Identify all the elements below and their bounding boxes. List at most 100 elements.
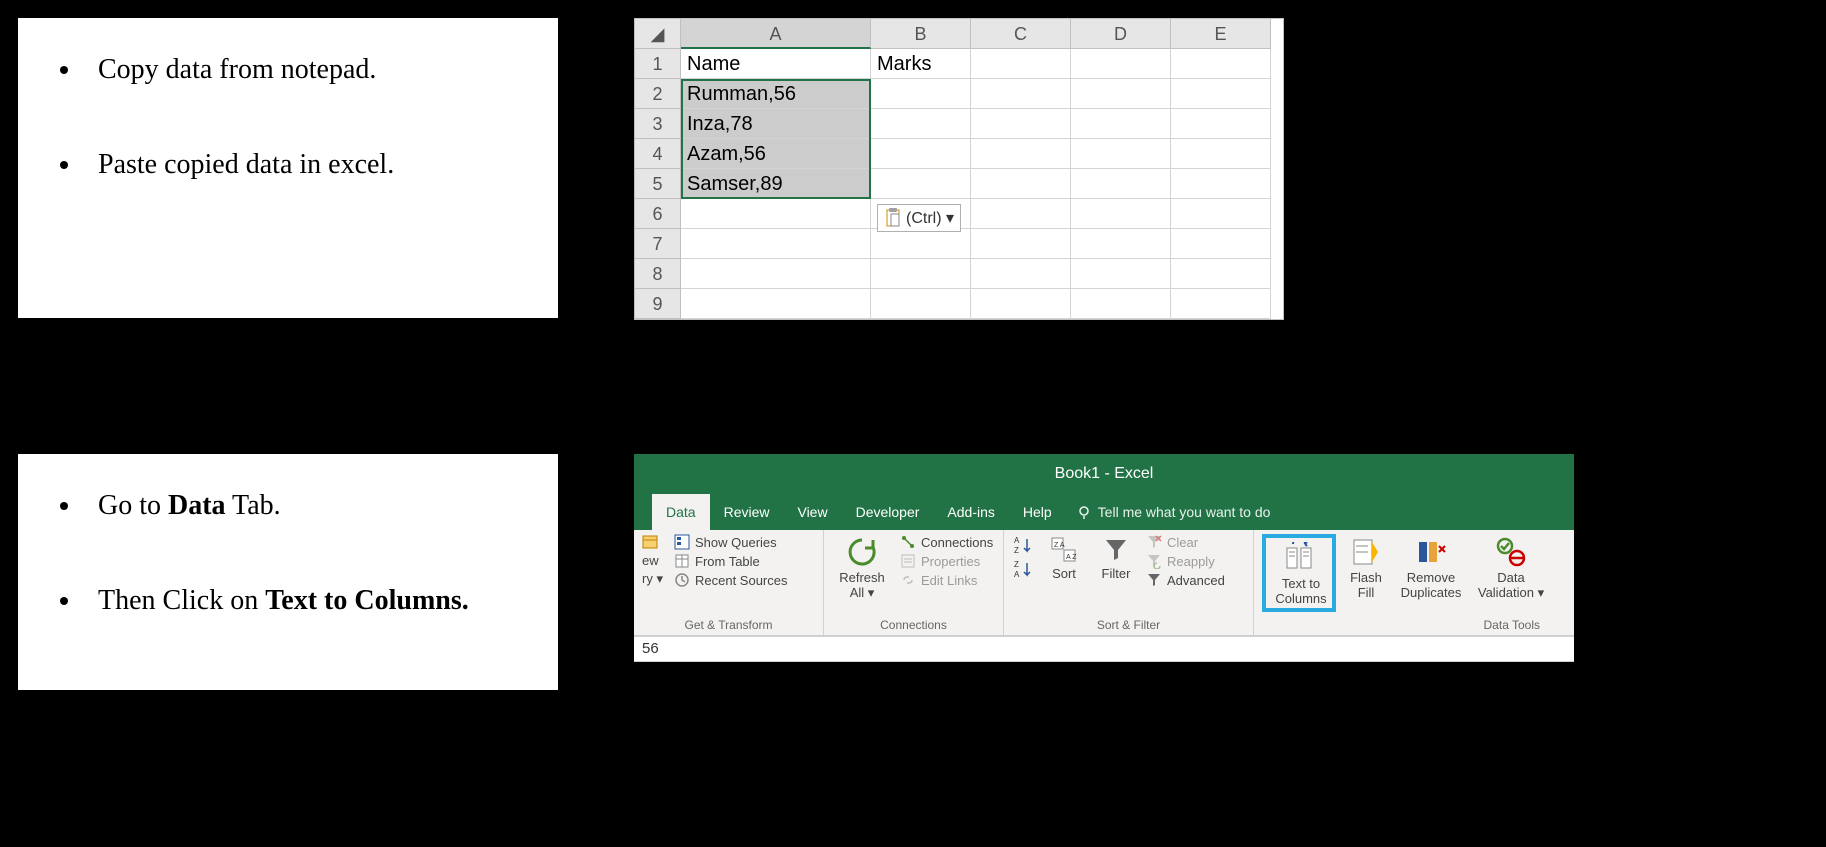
- group-label-connections: Connections: [832, 617, 995, 633]
- clear-label: Clear: [1167, 535, 1198, 550]
- recent-sources-button[interactable]: Recent Sources: [674, 572, 788, 588]
- advanced-button[interactable]: Advanced: [1146, 572, 1225, 588]
- cell-D7[interactable]: [1071, 229, 1171, 259]
- cell-A1[interactable]: Name: [681, 49, 871, 79]
- row-header-1[interactable]: 1: [635, 49, 681, 79]
- paste-options-button[interactable]: (Ctrl) ▾: [877, 204, 961, 232]
- cell-D9[interactable]: [1071, 289, 1171, 319]
- cell-C6[interactable]: [971, 199, 1071, 229]
- cell-C5[interactable]: [971, 169, 1071, 199]
- cell-C1[interactable]: [971, 49, 1071, 79]
- cell-A6[interactable]: [681, 199, 871, 229]
- col-header-B[interactable]: B: [871, 19, 971, 49]
- properties-icon: [900, 553, 916, 569]
- tab-developer[interactable]: Developer: [842, 494, 934, 530]
- sort-asc-button[interactable]: AZ: [1012, 534, 1034, 556]
- col-header-C[interactable]: C: [971, 19, 1071, 49]
- cell-D6[interactable]: [1071, 199, 1171, 229]
- cell-D5[interactable]: [1071, 169, 1171, 199]
- formula-bar-content: 56: [642, 640, 659, 657]
- tab-view[interactable]: View: [783, 494, 841, 530]
- row-header-8[interactable]: 8: [635, 259, 681, 289]
- cell-E4[interactable]: [1171, 139, 1271, 169]
- flash-fill-label: Flash Fill: [1344, 570, 1388, 600]
- tab-review[interactable]: Review: [710, 494, 784, 530]
- formula-bar[interactable]: 56: [634, 636, 1574, 662]
- cell-C3[interactable]: [971, 109, 1071, 139]
- cell-D1[interactable]: [1071, 49, 1171, 79]
- cell-C7[interactable]: [971, 229, 1071, 259]
- instruction-top-2: Paste copied data in excel.: [83, 143, 538, 188]
- cell-D4[interactable]: [1071, 139, 1171, 169]
- clear-icon: [1146, 534, 1162, 550]
- cell-A2[interactable]: Rumman,56: [681, 79, 871, 109]
- tab-data[interactable]: Data: [652, 494, 710, 530]
- row-header-4[interactable]: 4: [635, 139, 681, 169]
- col-header-E[interactable]: E: [1171, 19, 1271, 49]
- refresh-all-button[interactable]: Refresh All ▾: [832, 534, 892, 601]
- cell-A5[interactable]: Samser,89: [681, 169, 871, 199]
- cell-B5[interactable]: [871, 169, 971, 199]
- cell-B7[interactable]: [871, 229, 971, 259]
- cell-E8[interactable]: [1171, 259, 1271, 289]
- paste-options-label: (Ctrl) ▾: [906, 208, 954, 228]
- cell-A9[interactable]: [681, 289, 871, 319]
- refresh-all-label: Refresh All ▾: [832, 570, 892, 601]
- flash-fill-button[interactable]: Flash Fill: [1344, 534, 1388, 600]
- tell-me-search[interactable]: Tell me what you want to do: [1066, 494, 1281, 530]
- col-header-D[interactable]: D: [1071, 19, 1171, 49]
- cell-E1[interactable]: [1171, 49, 1271, 79]
- cell-C2[interactable]: [971, 79, 1071, 109]
- cell-C4[interactable]: [971, 139, 1071, 169]
- cell-B4[interactable]: [871, 139, 971, 169]
- cell-D8[interactable]: [1071, 259, 1171, 289]
- row-header-6[interactable]: 6: [635, 199, 681, 229]
- cell-E2[interactable]: [1171, 79, 1271, 109]
- flash-fill-icon: [1350, 536, 1382, 568]
- remove-duplicates-button[interactable]: Remove Duplicates: [1396, 534, 1466, 600]
- data-validation-button[interactable]: Data Validation ▾: [1474, 534, 1548, 601]
- row-header-3[interactable]: 3: [635, 109, 681, 139]
- spreadsheet-grid[interactable]: ◢ A B C D E 1 Name Marks 2 Rumman,56 3 I…: [634, 18, 1284, 320]
- clear-button[interactable]: Clear: [1146, 534, 1225, 550]
- cell-E7[interactable]: [1171, 229, 1271, 259]
- tab-help[interactable]: Help: [1009, 494, 1066, 530]
- new-query-button-cut[interactable]: [642, 534, 666, 550]
- cell-A3[interactable]: Inza,78: [681, 109, 871, 139]
- cell-C9[interactable]: [971, 289, 1071, 319]
- tab-addins[interactable]: Add-ins: [933, 494, 1008, 530]
- row-header-9[interactable]: 9: [635, 289, 681, 319]
- cell-E3[interactable]: [1171, 109, 1271, 139]
- properties-button[interactable]: Properties: [900, 553, 993, 569]
- row-header-2[interactable]: 2: [635, 79, 681, 109]
- reapply-button[interactable]: Reapply: [1146, 553, 1225, 569]
- cell-D2[interactable]: [1071, 79, 1171, 109]
- cell-A4[interactable]: Azam,56: [681, 139, 871, 169]
- cell-A8[interactable]: [681, 259, 871, 289]
- from-table-button[interactable]: From Table: [674, 553, 788, 569]
- cell-A7[interactable]: [681, 229, 871, 259]
- cell-D3[interactable]: [1071, 109, 1171, 139]
- row-header-7[interactable]: 7: [635, 229, 681, 259]
- connections-button[interactable]: Connections: [900, 534, 993, 550]
- text-to-columns-button[interactable]: Text to Columns: [1268, 540, 1334, 606]
- cell-B3[interactable]: [871, 109, 971, 139]
- cell-E9[interactable]: [1171, 289, 1271, 319]
- filter-button[interactable]: Filter: [1094, 534, 1138, 581]
- sort-desc-button[interactable]: ZA: [1012, 558, 1034, 580]
- cell-B1[interactable]: Marks: [871, 49, 971, 79]
- cell-C8[interactable]: [971, 259, 1071, 289]
- row-header-5[interactable]: 5: [635, 169, 681, 199]
- cell-B2[interactable]: [871, 79, 971, 109]
- col-header-A[interactable]: A: [681, 19, 871, 49]
- cell-B8[interactable]: [871, 259, 971, 289]
- cell-E5[interactable]: [1171, 169, 1271, 199]
- select-all-corner[interactable]: ◢: [635, 19, 681, 49]
- group-label-sort-filter: Sort & Filter: [1012, 617, 1245, 633]
- sort-button[interactable]: Z AA Z Sort: [1042, 534, 1086, 581]
- cell-E6[interactable]: [1171, 199, 1271, 229]
- group-get-transform: ew ry ▾ Show Queries From Table Recent S…: [634, 530, 824, 635]
- cell-B9[interactable]: [871, 289, 971, 319]
- edit-links-button[interactable]: Edit Links: [900, 572, 993, 588]
- show-queries-button[interactable]: Show Queries: [674, 534, 788, 550]
